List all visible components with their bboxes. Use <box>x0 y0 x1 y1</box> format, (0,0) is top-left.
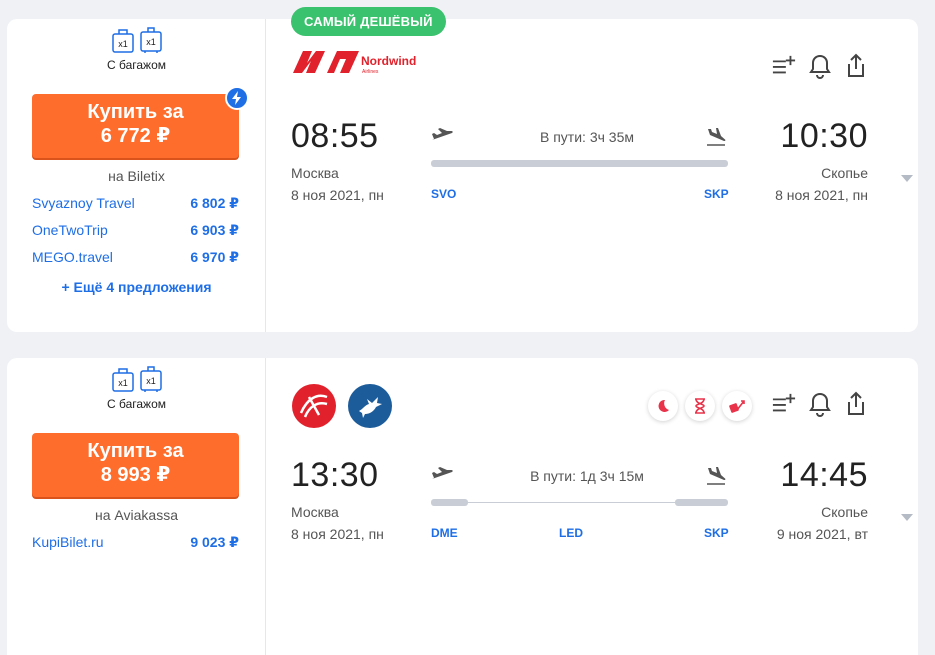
buy-button-price: 8 993 ₽ <box>100 464 171 486</box>
offer-row[interactable]: OneTwoTrip 6 903 ₽ <box>32 222 239 239</box>
baggage-info: x1 x1 С багажом <box>7 27 266 72</box>
baggage-recheck-icon[interactable] <box>722 391 752 421</box>
bell-icon[interactable] <box>808 52 832 80</box>
arrival-time: 14:45 <box>780 456 868 494</box>
add-to-list-icon[interactable] <box>772 52 796 80</box>
night-flight-icon[interactable] <box>648 391 678 421</box>
ticket-actions <box>772 52 868 80</box>
offer-row[interactable]: KupiBilet.ru 9 023 ₽ <box>32 534 239 551</box>
baggage-info: x1 x1 С багажом <box>7 366 266 411</box>
arrival-airport-code[interactable]: SKP <box>704 187 729 201</box>
share-icon[interactable] <box>844 390 868 418</box>
layover-line <box>468 502 675 503</box>
hand-luggage-icon: x1 <box>111 366 135 393</box>
offer-price: 6 903 ₽ <box>190 222 239 238</box>
departure-time: 13:30 <box>291 456 379 494</box>
svg-text:x1: x1 <box>118 378 128 388</box>
route-segment-first <box>431 499 468 506</box>
baggage-label: С багажом <box>106 397 166 411</box>
baggage-label: С багажом <box>106 58 166 72</box>
buy-button-label: Купить за <box>87 101 184 123</box>
airline-logo-nordwind: Nordwind Airlines <box>291 47 416 82</box>
arrival-airport-code[interactable]: SKP <box>704 526 729 540</box>
agency-name: на Biletix <box>108 168 165 184</box>
chevron-down-icon[interactable] <box>901 509 913 527</box>
arrival-city: Скопье <box>821 504 868 520</box>
route-bar <box>431 160 728 167</box>
svg-text:Nordwind: Nordwind <box>361 54 416 68</box>
more-offers-link[interactable]: + Ещё 4 предложения <box>7 279 266 295</box>
lightning-icon <box>225 86 249 110</box>
ticket-card-1: x1 x1 С багажом Купить за 6 772 ₽ на Bil… <box>7 19 918 332</box>
arrival-time: 10:30 <box>780 117 868 155</box>
arrival-date: 9 ноя 2021, вт <box>776 526 868 542</box>
svg-text:x1: x1 <box>146 37 156 47</box>
share-icon[interactable] <box>844 52 868 80</box>
airline-logo-blue <box>347 383 393 434</box>
checked-baggage-icon: x1 <box>139 366 163 393</box>
agency-name: на Aviakassa <box>95 507 178 523</box>
bell-icon[interactable] <box>808 390 832 418</box>
departure-airport-code[interactable]: DME <box>431 526 458 540</box>
departure-date: 8 ноя 2021, пн <box>291 187 384 203</box>
offer-price: 6 970 ₽ <box>190 249 239 265</box>
offer-row[interactable]: Svyaznoy Travel 6 802 ₽ <box>32 195 239 212</box>
ticket-price-panel: x1 x1 С багажом Купить за 6 772 ₽ на Bil… <box>7 19 266 332</box>
arrival-date: 8 ноя 2021, пн <box>775 187 868 203</box>
offer-agency: OneTwoTrip <box>32 222 108 238</box>
hand-luggage-icon: x1 <box>111 27 135 54</box>
flight-warnings <box>648 391 752 421</box>
buy-button[interactable]: Купить за 6 772 ₽ <box>32 86 249 158</box>
flight-duration: В пути: 1д 3ч 15м <box>530 468 644 484</box>
landing-icon <box>705 127 727 152</box>
buy-button[interactable]: Купить за 8 993 ₽ <box>32 433 239 497</box>
checked-baggage-icon: x1 <box>139 27 163 54</box>
flight-duration: В пути: 3ч 35м <box>540 129 634 145</box>
stop-airport-code[interactable]: LED <box>559 526 583 540</box>
route-segment-second <box>675 499 728 506</box>
svg-text:x1: x1 <box>118 39 128 49</box>
departure-time: 08:55 <box>291 117 379 155</box>
departure-airport-code[interactable]: SVO <box>431 187 456 201</box>
offer-price: 6 802 ₽ <box>190 195 239 211</box>
offer-price: 9 023 ₽ <box>190 534 239 550</box>
landing-icon <box>705 466 727 491</box>
offer-agency: KupiBilet.ru <box>32 534 104 550</box>
departure-city: Москва <box>291 504 339 520</box>
offer-row[interactable]: MEGO.travel 6 970 ₽ <box>32 249 239 266</box>
ticket-actions <box>772 390 868 418</box>
chevron-down-icon[interactable] <box>901 170 913 188</box>
ticket-price-panel: x1 x1 С багажом Купить за 8 993 ₽ на Avi… <box>7 358 266 655</box>
offer-agency: MEGO.travel <box>32 249 113 265</box>
svg-text:Airlines: Airlines <box>362 69 379 75</box>
cheapest-badge: САМЫЙ ДЕШЁВЫЙ <box>291 7 446 36</box>
departure-date: 8 ноя 2021, пн <box>291 526 384 542</box>
long-layover-icon[interactable] <box>685 391 715 421</box>
buy-button-label: Купить за <box>87 440 184 462</box>
buy-button-price: 6 772 ₽ <box>100 125 171 147</box>
add-to-list-icon[interactable] <box>772 390 796 418</box>
svg-text:x1: x1 <box>146 376 156 386</box>
offer-agency: Svyaznoy Travel <box>32 195 135 211</box>
ticket-card-2: x1 x1 С багажом Купить за 8 993 ₽ на Avi… <box>7 358 918 655</box>
arrival-city: Скопье <box>821 165 868 181</box>
departure-city: Москва <box>291 165 339 181</box>
airline-logo-red <box>291 383 337 434</box>
